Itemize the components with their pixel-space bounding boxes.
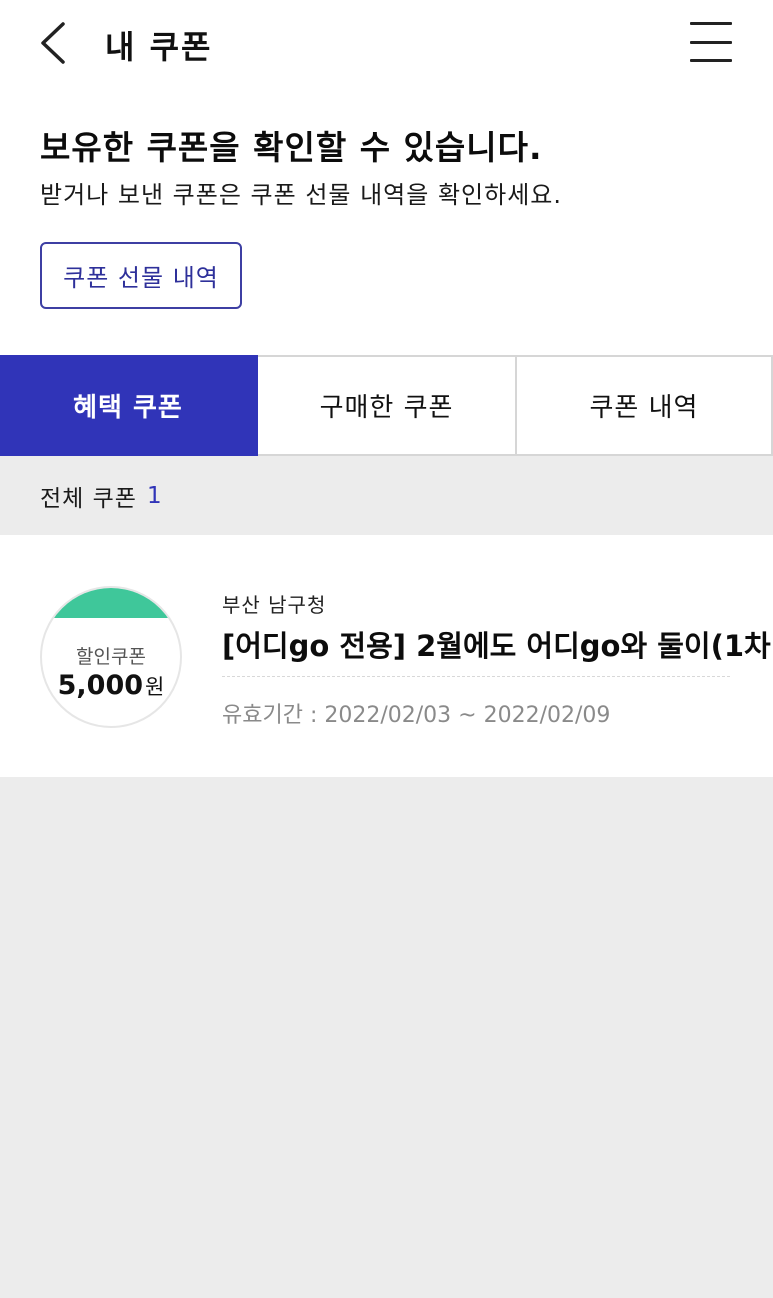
empty-area — [0, 777, 773, 1298]
coupon-amount-unit: 원 — [145, 675, 165, 699]
total-coupons-count: 1 — [146, 482, 163, 509]
coupon-badge: 할인쿠폰 5,000원 — [40, 586, 182, 728]
top-area: 내 쿠폰 보유한 쿠폰을 확인할 수 있습니다. 받거나 보낸 쿠폰은 쿠폰 선… — [0, 0, 773, 456]
coupon-type-label: 할인쿠폰 — [76, 646, 146, 668]
intro-title: 보유한 쿠폰을 확인할 수 있습니다. — [40, 128, 543, 167]
intro-description: 받거나 보낸 쿠폰은 쿠폰 선물 내역을 확인하세요. — [40, 181, 563, 209]
menu-line — [690, 59, 732, 62]
tab-benefit-coupons[interactable]: 혜택 쿠폰 — [0, 355, 258, 456]
coupon-validity-period: 유효기간 : 2022/02/03 ~ 2022/02/09 — [222, 703, 611, 728]
back-button[interactable] — [30, 18, 74, 68]
coupon-count-bar: 전체 쿠폰 1 — [0, 456, 773, 535]
coupon-amount: 5,000원 — [42, 670, 180, 701]
tab-coupon-history[interactable]: 쿠폰 내역 — [517, 355, 773, 456]
page-title: 내 쿠폰 — [105, 28, 213, 66]
chevron-left-icon — [41, 22, 65, 64]
coupon-card[interactable]: 할인쿠폰 5,000원 부산 남구청 [어디go 전용] 2월에도 어디go와 … — [0, 535, 773, 777]
coupon-gift-history-button[interactable]: 쿠폰 선물 내역 — [40, 242, 242, 309]
coupon-issuer: 부산 남구청 — [222, 593, 327, 617]
coupon-title: [어디go 전용] 2월에도 어디go와 둘이(1차) — [222, 629, 773, 663]
coupon-amount-value: 5,000 — [57, 670, 144, 701]
menu-line — [690, 40, 732, 44]
badge-scallop-edge — [42, 614, 180, 618]
hamburger-menu-icon[interactable] — [688, 20, 736, 64]
app-header: 내 쿠폰 — [0, 0, 773, 88]
tab-purchased-coupons[interactable]: 구매한 쿠폰 — [258, 355, 517, 456]
menu-line — [690, 22, 732, 25]
intro-section: 보유한 쿠폰을 확인할 수 있습니다. 받거나 보낸 쿠폰은 쿠폰 선물 내역을… — [0, 88, 773, 355]
coupon-divider — [222, 676, 730, 677]
total-coupons-label: 전체 쿠폰 — [40, 485, 137, 512]
coupon-tabs: 혜택 쿠폰 구매한 쿠폰 쿠폰 내역 — [0, 355, 773, 456]
